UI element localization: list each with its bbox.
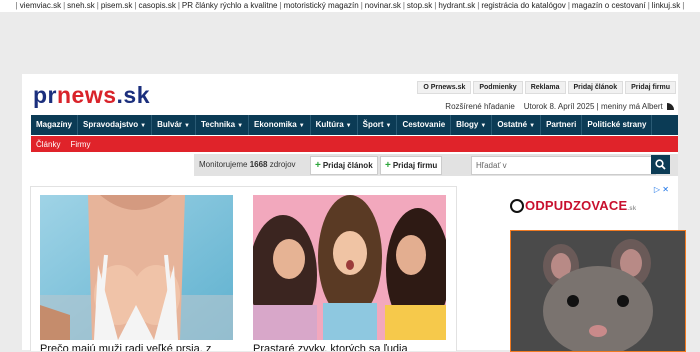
caret-down-icon: ▼ bbox=[480, 123, 487, 129]
link-separator: | bbox=[647, 1, 650, 10]
top-nav-add-company[interactable]: Pridaj firmu bbox=[625, 81, 676, 94]
partner-link[interactable]: motoristický magazín bbox=[284, 1, 359, 10]
link-separator: | bbox=[477, 1, 480, 10]
link-separator: | bbox=[360, 1, 363, 10]
page-container: prnews.sk O Prnews.sk Podmienky Reklama … bbox=[22, 74, 686, 352]
partner-link[interactable]: novinar.sk bbox=[365, 1, 401, 10]
main-nav-ekonomika[interactable]: Ekonomika ▼ bbox=[249, 115, 311, 135]
link-separator: | bbox=[682, 1, 685, 10]
add-article-button[interactable]: + Pridaj článok bbox=[310, 156, 378, 175]
ad-choices-icon[interactable]: ▷ ✕ bbox=[654, 185, 669, 194]
caret-down-icon: ▼ bbox=[385, 123, 392, 129]
main-nav-partneri[interactable]: Partneri bbox=[541, 115, 583, 135]
partner-link[interactable]: linkuj.sk bbox=[652, 1, 680, 10]
monitor-count: 1668 bbox=[249, 160, 268, 169]
nameday-text: meniny má Albert bbox=[600, 102, 663, 111]
link-separator: | bbox=[177, 1, 180, 10]
add-company-button[interactable]: + Pridaj firmu bbox=[380, 156, 443, 175]
partner-link[interactable]: stop.sk bbox=[407, 1, 432, 10]
link-separator: | bbox=[134, 1, 137, 10]
partner-link[interactable]: registrácia do katalógov bbox=[481, 1, 566, 10]
main-nav-kultura[interactable]: Kultúra ▼ bbox=[311, 115, 358, 135]
top-nav: O Prnews.sk Podmienky Reklama Pridaj člá… bbox=[417, 81, 676, 94]
link-separator: | bbox=[279, 1, 282, 10]
main-nav: Magazíny Spravodajstvo ▼ Bulvár ▼ Technika ▼ Ek… bbox=[31, 115, 678, 135]
main-nav-bulvar[interactable]: Bulvár ▼ bbox=[152, 115, 196, 135]
sub-nav: Články Firmy bbox=[31, 136, 678, 152]
caret-down-icon: ▼ bbox=[184, 123, 190, 129]
partner-links-bar: | viemviac.sk | sneh.sk | pisem.sk | casopis.sk… bbox=[0, 0, 700, 12]
sub-nav-articles[interactable]: Články bbox=[31, 140, 65, 149]
plus-icon: + bbox=[315, 160, 321, 171]
ad-logo[interactable]: ODPUDZOVACE.sk bbox=[510, 198, 636, 214]
sub-nav-companies[interactable]: Firmy bbox=[65, 140, 95, 149]
search-icon bbox=[655, 159, 666, 170]
main-nav-politicke-strany[interactable]: Politické strany bbox=[582, 115, 653, 135]
caret-down-icon: ▼ bbox=[140, 123, 147, 129]
caret-down-icon: ▼ bbox=[298, 123, 305, 129]
ad-banner[interactable]: ▷ ✕ ODPUDZOVACE.sk bbox=[488, 185, 686, 352]
link-separator: | bbox=[567, 1, 570, 10]
date-text: Utorok 8. Apríl 2025 bbox=[523, 102, 595, 111]
link-separator: | bbox=[96, 1, 99, 10]
advanced-search-link[interactable]: Rozšírené hľadanie bbox=[445, 102, 515, 111]
partner-link[interactable]: pisem.sk bbox=[101, 1, 133, 10]
main-nav-blogy[interactable]: Blogy ▼ bbox=[451, 115, 493, 135]
monitor-text: Monitorujeme 1668 zdrojov bbox=[199, 160, 296, 169]
toolbar: Monitorujeme 1668 zdrojov + Pridaj článok… bbox=[194, 154, 678, 176]
ad-image[interactable] bbox=[510, 230, 686, 352]
partner-link[interactable]: sneh.sk bbox=[67, 1, 95, 10]
caret-down-icon: ▼ bbox=[237, 123, 244, 129]
main-nav-ostatne[interactable]: Ostatné ▼ bbox=[492, 115, 542, 135]
article-card[interactable]: Prečo majú muži radi veľké prsia, z bbox=[40, 195, 233, 351]
main-nav-sport[interactable]: Šport ▼ bbox=[358, 115, 398, 135]
search-input[interactable]: Hľadať v bbox=[471, 156, 656, 175]
caret-down-icon: ▼ bbox=[529, 123, 536, 129]
meta-separator: | bbox=[596, 102, 599, 111]
top-nav-about[interactable]: O Prnews.sk bbox=[417, 81, 472, 94]
partner-link[interactable]: magazín o cestovaní bbox=[572, 1, 646, 10]
top-nav-terms[interactable]: Podmienky bbox=[473, 81, 523, 94]
main-nav-magaziny[interactable]: Magazíny bbox=[31, 115, 79, 135]
partner-link[interactable]: casopis.sk bbox=[138, 1, 175, 10]
article-grid: Prečo majú muži radi veľké prsia, z Pras… bbox=[30, 186, 457, 351]
article-image[interactable] bbox=[40, 195, 233, 340]
caret-down-icon: ▼ bbox=[345, 123, 352, 129]
link-separator: | bbox=[63, 1, 66, 10]
top-nav-ads[interactable]: Reklama bbox=[524, 81, 566, 94]
link-separator: | bbox=[402, 1, 405, 10]
partner-link[interactable]: hydrant.sk bbox=[438, 1, 475, 10]
main-nav-cestovanie[interactable]: Cestovanie bbox=[397, 115, 452, 135]
plus-icon: + bbox=[385, 160, 391, 171]
meta-bar: Rozšírené hľadanie Utorok 8. Apríl 2025 … bbox=[445, 102, 674, 111]
top-nav-add-article[interactable]: Pridaj článok bbox=[567, 81, 624, 94]
partner-link[interactable]: viemviac.sk bbox=[20, 1, 61, 10]
rss-icon[interactable] bbox=[667, 103, 674, 111]
partner-link[interactable]: PR články rýchlo a kvalitne bbox=[182, 1, 278, 10]
article-image[interactable] bbox=[253, 195, 446, 340]
main-nav-technika[interactable]: Technika ▼ bbox=[196, 115, 250, 135]
site-logo[interactable]: prnews.sk bbox=[33, 82, 150, 109]
link-separator: | bbox=[15, 1, 18, 10]
ring-logo-icon bbox=[510, 198, 524, 213]
article-card[interactable]: Prastaré zvyky, ktorých sa ľudia bbox=[253, 195, 446, 351]
link-separator: | bbox=[434, 1, 437, 10]
search-button[interactable] bbox=[651, 155, 670, 174]
main-nav-spravodajstvo[interactable]: Spravodajstvo ▼ bbox=[78, 115, 153, 135]
